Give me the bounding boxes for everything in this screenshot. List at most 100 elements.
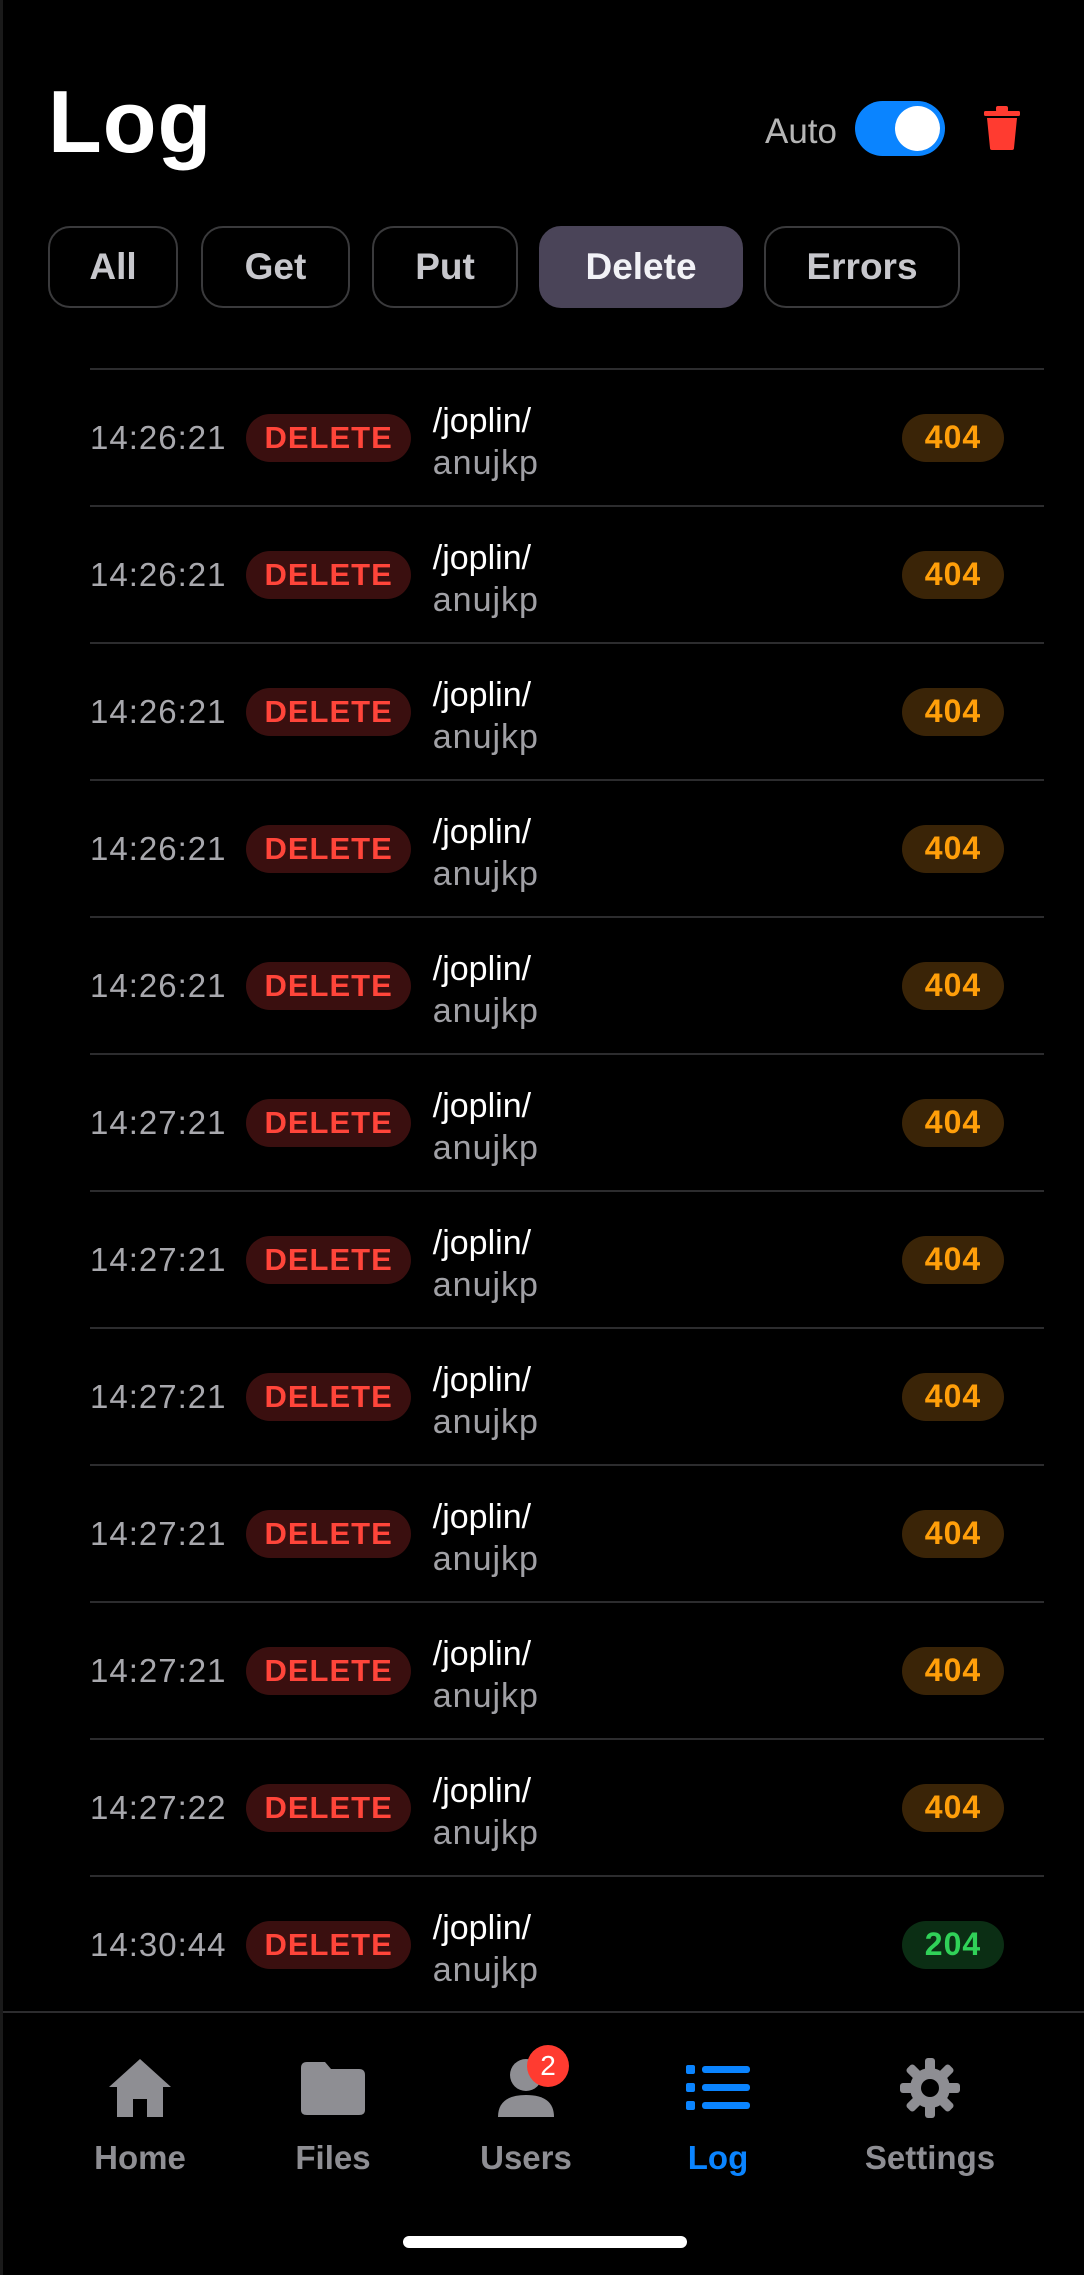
log-row[interactable]: 14:26:21 DELETE/joplin/anujkp 404 — [90, 781, 1044, 918]
method-badge: DELETE — [246, 687, 411, 736]
tab-users-label: Users — [480, 2139, 572, 2176]
log-time: 14:27:22 — [90, 1788, 227, 1826]
log-row[interactable]: 14:27:22 DELETE/joplin/anujkp 404 — [90, 1740, 1044, 1877]
log-user: anujkp — [432, 581, 539, 619]
log-row[interactable]: 14:26:21 DELETE/joplin/anujkp 404 — [90, 507, 1044, 644]
home-indicator — [403, 2236, 687, 2248]
log-row[interactable]: 14:26:21 DELETE/joplin/anujkp 404 — [90, 918, 1044, 1055]
log-path: /joplin/anujkp — [433, 1496, 539, 1580]
tab-home[interactable]: Home — [55, 2053, 225, 2193]
log-user: anujkp — [432, 1129, 539, 1167]
log-row[interactable]: 14:27:21 DELETE/joplin/anujkp 404 — [90, 1055, 1044, 1192]
log-user: anujkp — [432, 992, 539, 1030]
user-icon: 2 — [491, 2045, 569, 2123]
filter-delete[interactable]: Delete — [539, 226, 743, 308]
filter-all[interactable]: All — [48, 226, 178, 308]
method-badge: DELETE — [246, 1098, 411, 1147]
auto-toggle[interactable] — [855, 101, 945, 156]
tab-settings[interactable]: Settings — [845, 2053, 1015, 2193]
log-row[interactable]: 14:27:21 DELETE/joplin/anujkp 404 — [90, 1603, 1044, 1740]
log-time: 14:26:21 — [90, 692, 227, 730]
log-path-text: /joplin/ — [432, 813, 532, 851]
filter-put[interactable]: Put — [372, 226, 518, 308]
log-row[interactable]: 14:26:21 DELETE/joplin/anujkp 404 — [90, 644, 1044, 781]
log-user: anujkp — [432, 444, 539, 482]
tab-log[interactable]: Log — [633, 2053, 803, 2193]
log-path-text: /joplin/ — [432, 1498, 532, 1536]
method-badge: DELETE — [246, 1783, 411, 1832]
log-time: 14:27:21 — [90, 1240, 227, 1278]
log-user: anujkp — [432, 1677, 539, 1715]
tab-settings-label: Settings — [864, 2139, 996, 2176]
log-user: anujkp — [432, 718, 539, 756]
method-badge: DELETE — [246, 1372, 411, 1421]
method-badge: DELETE — [246, 961, 411, 1010]
log-user: anujkp — [432, 855, 539, 893]
status-badge: 404 — [902, 550, 1004, 599]
header: Log Auto — [3, 0, 1084, 200]
toggle-knob — [895, 106, 940, 151]
log-path-text: /joplin/ — [432, 1909, 532, 1947]
log-path-text: /joplin/ — [432, 402, 532, 440]
log-user: anujkp — [432, 1403, 539, 1441]
gear-icon — [895, 2053, 965, 2123]
log-path-text: /joplin/ — [432, 1224, 532, 1262]
log-user: anujkp — [432, 1951, 539, 1989]
tab-home-label: Home — [94, 2139, 186, 2176]
method-badge: DELETE — [246, 824, 411, 873]
log-row[interactable]: 14:30:44 DELETE/joplin/anujkp 204 — [90, 1877, 1044, 2014]
status-badge: 404 — [902, 413, 1004, 462]
log-time: 14:26:21 — [90, 829, 227, 867]
log-row[interactable]: 14:26:21 DELETE/joplin/anujkp 404 — [90, 370, 1044, 507]
tab-log-label: Log — [687, 2139, 749, 2176]
status-badge: 404 — [902, 1646, 1004, 1695]
log-path-text: /joplin/ — [432, 1772, 532, 1810]
log-row[interactable]: 14:27:21 DELETE/joplin/anujkp 404 — [90, 1192, 1044, 1329]
log-list: 14:26:21 DELETE/joplin/anujkp 404 14:26:21 D… — [90, 368, 1044, 2014]
log-row[interactable]: 14:27:21 DELETE/joplin/anujkp 404 — [90, 1466, 1044, 1603]
method-badge: DELETE — [246, 1646, 411, 1695]
tab-users[interactable]: 2 Users — [441, 2045, 611, 2193]
page-title: Log — [48, 72, 213, 171]
log-path-text: /joplin/ — [432, 1635, 532, 1673]
status-badge: 404 — [902, 687, 1004, 736]
status-badge: 404 — [902, 961, 1004, 1010]
folder-icon — [298, 2053, 368, 2123]
log-time: 14:30:44 — [90, 1925, 227, 1963]
log-user: anujkp — [432, 1814, 539, 1852]
filter-get[interactable]: Get — [201, 226, 350, 308]
log-path: /joplin/anujkp — [433, 1907, 539, 1991]
status-badge: 404 — [902, 1783, 1004, 1832]
method-badge: DELETE — [246, 413, 411, 462]
log-time: 14:26:21 — [90, 555, 227, 593]
log-path: /joplin/anujkp — [433, 948, 539, 1032]
log-time: 14:26:21 — [90, 966, 227, 1004]
trash-icon[interactable] — [983, 106, 1021, 150]
log-path-text: /joplin/ — [432, 1361, 532, 1399]
log-path: /joplin/anujkp — [433, 400, 539, 484]
log-path-text: /joplin/ — [432, 1087, 532, 1125]
status-badge: 404 — [902, 1372, 1004, 1421]
status-badge: 404 — [902, 1235, 1004, 1284]
log-time: 14:27:21 — [90, 1651, 227, 1689]
log-path: /joplin/anujkp — [433, 1770, 539, 1854]
home-icon — [105, 2053, 175, 2123]
log-path: /joplin/anujkp — [433, 1633, 539, 1717]
log-time: 14:27:21 — [90, 1514, 227, 1552]
filter-errors[interactable]: Errors — [764, 226, 960, 308]
log-time: 14:27:21 — [90, 1377, 227, 1415]
log-row[interactable]: 14:27:21 DELETE/joplin/anujkp 404 — [90, 1329, 1044, 1466]
method-badge: DELETE — [246, 1235, 411, 1284]
method-badge: DELETE — [246, 1920, 411, 1969]
log-user: anujkp — [432, 1540, 539, 1578]
status-badge: 404 — [902, 1509, 1004, 1558]
log-time: 14:27:21 — [90, 1103, 227, 1141]
tab-files[interactable]: Files — [248, 2053, 418, 2193]
method-badge: DELETE — [246, 550, 411, 599]
status-badge: 404 — [902, 1098, 1004, 1147]
log-path: /joplin/anujkp — [433, 1359, 539, 1443]
status-badge: 204 — [902, 1920, 1004, 1969]
status-badge: 404 — [902, 824, 1004, 873]
users-badge: 2 — [527, 2045, 569, 2087]
tab-files-label: Files — [295, 2139, 371, 2176]
